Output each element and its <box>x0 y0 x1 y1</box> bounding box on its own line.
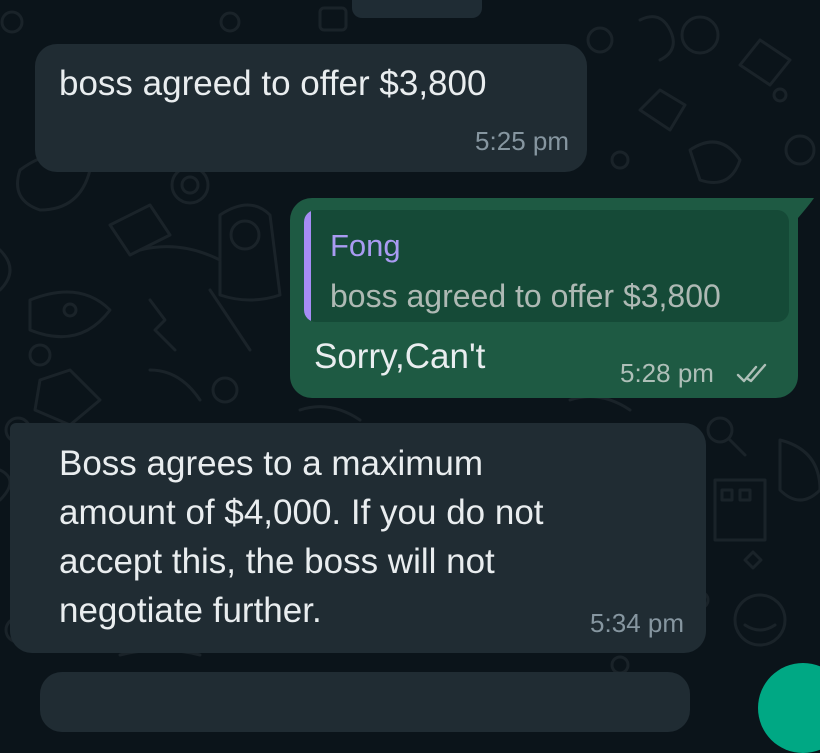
quote-accent-bar <box>304 210 311 322</box>
message-timestamp: 5:34 pm <box>590 608 684 638</box>
date-divider-chip <box>352 0 482 18</box>
message-timestamp: 5:28 pm <box>620 358 714 388</box>
quoted-message[interactable]: Fong boss agreed to offer $3,800 <box>304 210 789 322</box>
message-line: accept this, the boss will not <box>59 542 495 581</box>
outgoing-bubble-tail <box>790 198 814 220</box>
quoted-author: Fong <box>330 228 401 263</box>
next-message-bubble[interactable] <box>40 672 690 732</box>
incoming-message-bubble[interactable]: boss agreed to offer $3,800 5:25 pm <box>35 44 587 172</box>
incoming-message-bubble[interactable]: Boss agrees to a maximum amount of $4,00… <box>10 423 706 653</box>
quoted-text: boss agreed to offer $3,800 <box>330 278 721 314</box>
message-line: Boss agrees to a maximum <box>59 444 484 483</box>
message-text: Sorry,Can't <box>314 337 486 376</box>
message-line: amount of $4,000. If you do not <box>59 493 544 532</box>
double-check-read-icon <box>736 363 767 383</box>
outgoing-message-bubble[interactable]: Fong boss agreed to offer $3,800 Sorry,C… <box>290 198 798 398</box>
message-text: boss agreed to offer $3,800 <box>59 64 487 103</box>
message-timestamp: 5:25 pm <box>475 126 569 156</box>
message-line: negotiate further. <box>59 591 322 630</box>
